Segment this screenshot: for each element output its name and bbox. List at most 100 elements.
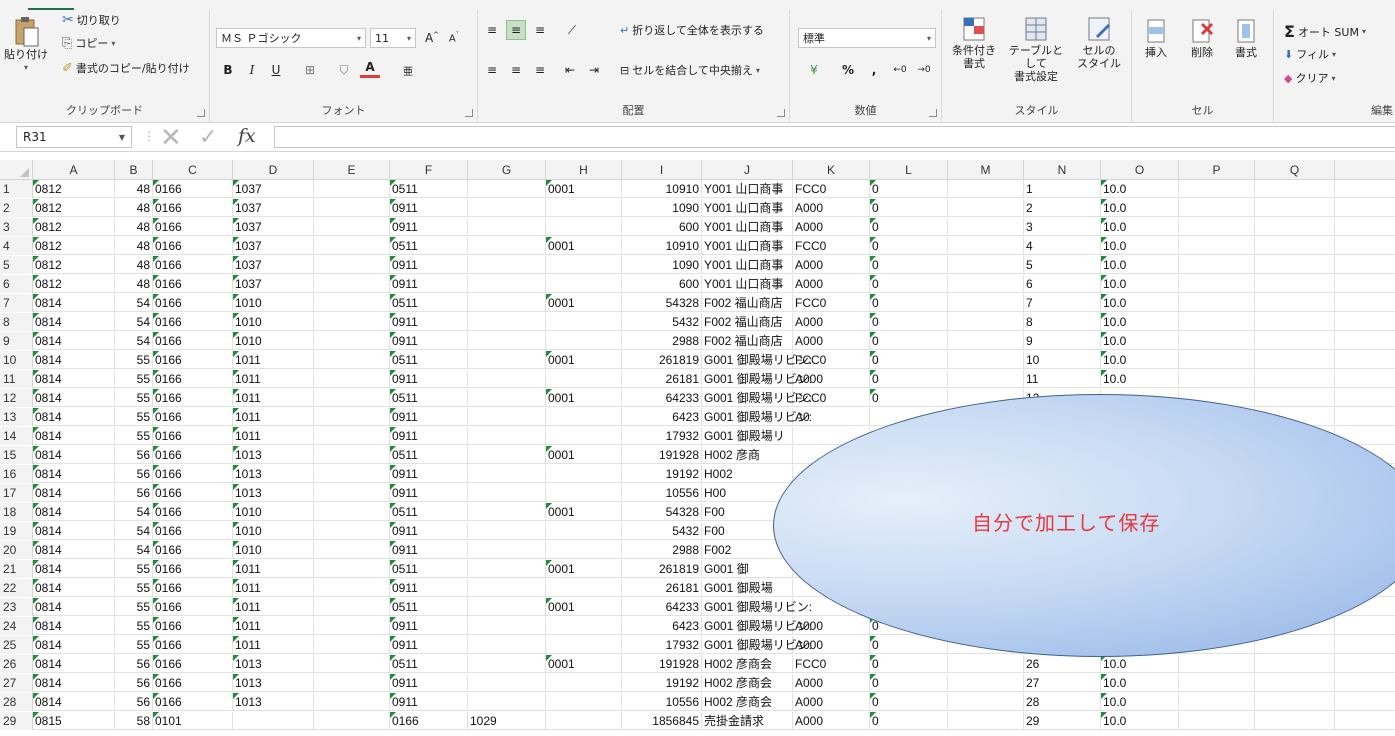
- cell-d[interactable]: 1037: [233, 199, 314, 217]
- cell-f[interactable]: 0511: [390, 351, 468, 369]
- cell-h[interactable]: 0001: [546, 446, 622, 464]
- cell-a[interactable]: 0814: [33, 351, 115, 369]
- cut-button[interactable]: ✂ 切り取り: [62, 12, 121, 28]
- orientation-button[interactable]: ⟋: [562, 20, 582, 40]
- cell-c[interactable]: 0166: [153, 199, 233, 217]
- cell-d[interactable]: 1010: [233, 503, 314, 521]
- cell-e[interactable]: [314, 560, 390, 578]
- cell-i[interactable]: 17932: [622, 427, 702, 445]
- cell-g[interactable]: [468, 218, 546, 236]
- cell-g[interactable]: [468, 655, 546, 673]
- cell-i[interactable]: 10556: [622, 484, 702, 502]
- cell-j[interactable]: F002 福山商店: [702, 332, 793, 350]
- cell-a[interactable]: 0814: [33, 579, 115, 597]
- cell-d[interactable]: 1037: [233, 218, 314, 236]
- row-header[interactable]: 23: [0, 598, 33, 616]
- cell-c[interactable]: 0166: [153, 446, 233, 464]
- cell-q[interactable]: [1255, 237, 1335, 255]
- cell-f[interactable]: 0911: [390, 332, 468, 350]
- cell-a[interactable]: 0814: [33, 389, 115, 407]
- row-header[interactable]: 2: [0, 199, 33, 217]
- cell-h[interactable]: [546, 484, 622, 502]
- cell-e[interactable]: [314, 579, 390, 597]
- column-header-l[interactable]: L: [870, 160, 948, 180]
- cell-a[interactable]: 0814: [33, 655, 115, 673]
- cell-e[interactable]: [314, 237, 390, 255]
- column-header-i[interactable]: I: [622, 160, 702, 180]
- cell-o[interactable]: 10.0: [1101, 256, 1179, 274]
- cell-d[interactable]: 1037: [233, 275, 314, 293]
- cell-d[interactable]: 1010: [233, 294, 314, 312]
- cell-n[interactable]: 10: [1024, 351, 1101, 369]
- cell-g[interactable]: [468, 237, 546, 255]
- cell-e[interactable]: [314, 712, 390, 730]
- cell-b[interactable]: 56: [115, 655, 153, 673]
- cell-d[interactable]: 1011: [233, 370, 314, 388]
- cell-m[interactable]: [948, 655, 1024, 673]
- cell-f[interactable]: 0911: [390, 693, 468, 711]
- cell-a[interactable]: 0814: [33, 541, 115, 559]
- cell-j[interactable]: G001 御殿場リビン:: [702, 598, 812, 616]
- cell-i[interactable]: 10910: [622, 180, 702, 198]
- cell-k[interactable]: A000: [793, 218, 870, 236]
- cell-i[interactable]: 6423: [622, 617, 702, 635]
- cell-h[interactable]: [546, 522, 622, 540]
- cell-a[interactable]: 0814: [33, 503, 115, 521]
- cell-d[interactable]: 1037: [233, 180, 314, 198]
- row-header[interactable]: 12: [0, 389, 33, 407]
- cell-f[interactable]: 0911: [390, 370, 468, 388]
- cell-g[interactable]: [468, 636, 546, 654]
- cell-l[interactable]: 0: [870, 313, 948, 331]
- cell-j[interactable]: G001 御殿場リビン:: [702, 636, 812, 654]
- cell-k[interactable]: FCC0: [793, 180, 870, 198]
- cell-g[interactable]: [468, 465, 546, 483]
- cell-k[interactable]: A000: [793, 313, 870, 331]
- cell-b[interactable]: 55: [115, 598, 153, 616]
- cell-b[interactable]: 56: [115, 446, 153, 464]
- cell-l[interactable]: 0: [870, 693, 948, 711]
- cell-f[interactable]: 0511: [390, 294, 468, 312]
- dialog-launcher-icon[interactable]: [777, 109, 785, 117]
- cell-f[interactable]: 0911: [390, 199, 468, 217]
- cell-c[interactable]: 0166: [153, 389, 233, 407]
- cell-m[interactable]: [948, 199, 1024, 217]
- cell-d[interactable]: 1010: [233, 522, 314, 540]
- cell-g[interactable]: [468, 389, 546, 407]
- cell-h[interactable]: [546, 256, 622, 274]
- cell-j[interactable]: G001 御殿場リビン:: [702, 408, 812, 426]
- cell-m[interactable]: [948, 674, 1024, 692]
- cell-k[interactable]: FCC0: [793, 237, 870, 255]
- cell-c[interactable]: 0166: [153, 598, 233, 616]
- cell-k[interactable]: A000: [793, 674, 870, 692]
- cell-c[interactable]: 0166: [153, 408, 233, 426]
- row-header[interactable]: 6: [0, 275, 33, 293]
- cell-o[interactable]: 10.0: [1101, 313, 1179, 331]
- cell-e[interactable]: [314, 617, 390, 635]
- cell-b[interactable]: 54: [115, 522, 153, 540]
- cell-d[interactable]: 1011: [233, 579, 314, 597]
- cell-h[interactable]: [546, 199, 622, 217]
- increase-indent-button[interactable]: ⇥: [584, 60, 604, 80]
- cell-g[interactable]: 1029: [468, 712, 546, 730]
- cell-b[interactable]: 48: [115, 275, 153, 293]
- italic-button[interactable]: I: [242, 60, 262, 80]
- cell-i[interactable]: 10556: [622, 693, 702, 711]
- cell-f[interactable]: 0911: [390, 256, 468, 274]
- cell-f[interactable]: 0911: [390, 408, 468, 426]
- cell-b[interactable]: 48: [115, 256, 153, 274]
- cell-p[interactable]: [1179, 180, 1255, 198]
- cell-a[interactable]: 0814: [33, 294, 115, 312]
- cell-h[interactable]: 0001: [546, 560, 622, 578]
- cell-e[interactable]: [314, 408, 390, 426]
- column-header-n[interactable]: N: [1024, 160, 1101, 180]
- cell-e[interactable]: [314, 465, 390, 483]
- cell-a[interactable]: 0814: [33, 465, 115, 483]
- cell-k[interactable]: FCC0: [793, 294, 870, 312]
- cell-b[interactable]: 56: [115, 693, 153, 711]
- cell-c[interactable]: 0166: [153, 180, 233, 198]
- paste-button[interactable]: 貼り付け ▾: [4, 14, 48, 74]
- cell-f[interactable]: 0911: [390, 465, 468, 483]
- cell-h[interactable]: [546, 712, 622, 730]
- cell-b[interactable]: 55: [115, 427, 153, 445]
- row-header[interactable]: 4: [0, 237, 33, 255]
